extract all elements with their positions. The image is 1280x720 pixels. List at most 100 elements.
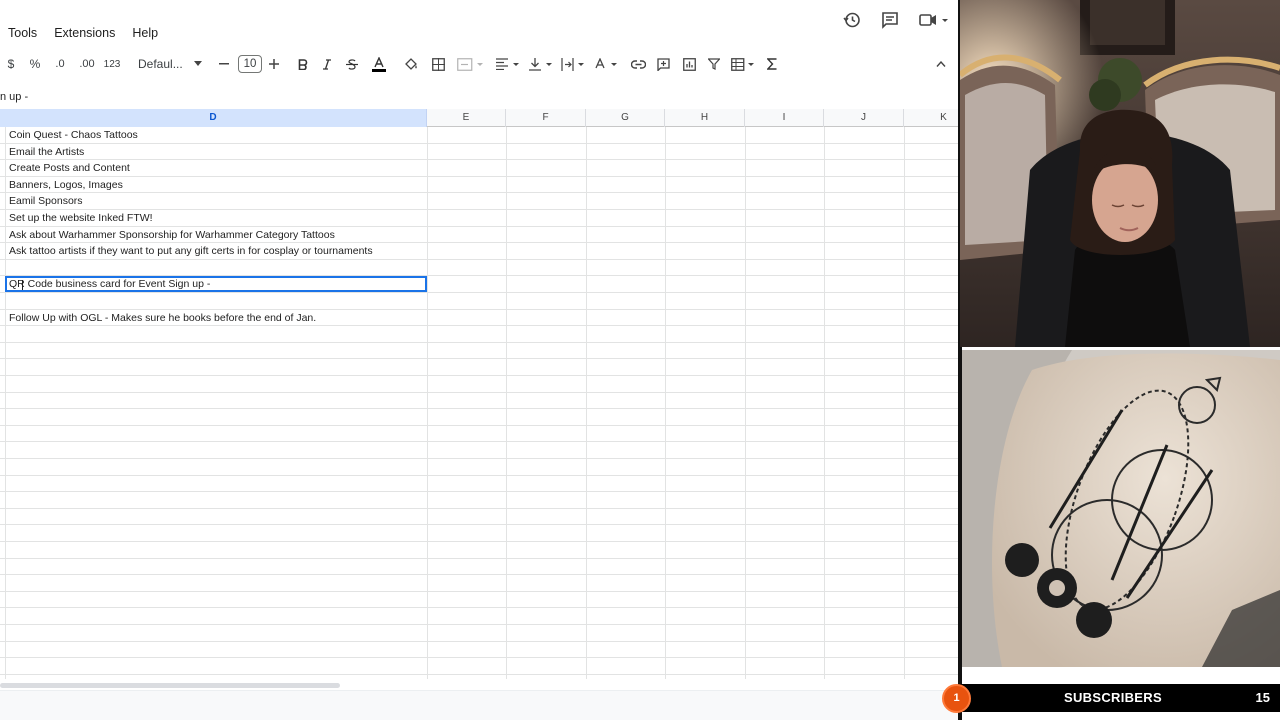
fill-color-button[interactable] — [403, 52, 419, 76]
table-row[interactable] — [0, 525, 958, 542]
table-row[interactable] — [0, 376, 958, 393]
table-row[interactable] — [0, 542, 958, 559]
decrease-decimal-button[interactable]: .0 — [52, 52, 68, 76]
table-row[interactable] — [0, 293, 958, 310]
table-row[interactable]: Eamil Sponsors — [0, 193, 958, 210]
column-header-i[interactable]: I — [745, 109, 824, 127]
table-row[interactable] — [0, 509, 958, 526]
comments-icon[interactable] — [880, 10, 900, 30]
table-row[interactable] — [0, 592, 958, 609]
table-row[interactable]: Banners, Logos, Images — [0, 177, 958, 194]
borders-button[interactable] — [430, 52, 446, 76]
table-icon — [731, 57, 754, 71]
insert-chart-button[interactable] — [681, 52, 697, 76]
decrease-font-size-button[interactable] — [218, 52, 230, 76]
table-row[interactable] — [0, 625, 958, 642]
menu-help[interactable]: Help — [132, 22, 158, 44]
minus-icon — [219, 63, 229, 65]
cell-d[interactable]: Eamil Sponsors — [9, 193, 83, 209]
table-row[interactable]: Coin Quest - Chaos Tattoos — [0, 127, 958, 144]
table-row[interactable]: Email the Artists — [0, 144, 958, 161]
grid-line — [586, 127, 587, 679]
table-row[interactable]: Create Posts and Content — [0, 160, 958, 177]
bold-button[interactable] — [296, 52, 310, 76]
cell-d[interactable]: Banners, Logos, Images — [9, 177, 123, 193]
table-row[interactable]: Ask about Warhammer Sponsorship for Warh… — [0, 227, 958, 244]
table-row[interactable] — [0, 326, 958, 343]
font-family-select[interactable]: Defaul... — [138, 52, 202, 76]
filter-views-button[interactable] — [730, 52, 756, 76]
font-size-input[interactable]: 10 — [237, 52, 263, 76]
table-row[interactable] — [0, 343, 958, 360]
borders-icon — [431, 57, 445, 71]
column-header-g[interactable]: G — [586, 109, 665, 127]
table-row[interactable] — [0, 642, 958, 659]
font-family-value: Defaul... — [138, 57, 183, 71]
menu-extensions[interactable]: Extensions — [54, 22, 115, 44]
increase-decimal-button[interactable]: .00 — [78, 52, 96, 76]
table-row[interactable] — [0, 260, 958, 277]
column-header-f[interactable]: F — [506, 109, 586, 127]
table-row[interactable]: Ask tattoo artists if they want to put a… — [0, 243, 958, 260]
column-header-k[interactable]: K — [904, 109, 958, 127]
align-left-icon — [496, 58, 519, 70]
table-row[interactable] — [0, 459, 958, 476]
version-history-icon[interactable] — [842, 10, 862, 30]
table-row[interactable] — [0, 575, 958, 592]
formula-bar-content: n up - — [0, 91, 29, 103]
table-row[interactable]: Set up the website Inked FTW! — [0, 210, 958, 227]
cell-d[interactable]: Set up the website Inked FTW! — [9, 210, 153, 226]
decrease-decimal-label: .0 — [55, 58, 65, 70]
grid-line — [5, 127, 6, 679]
cell-d[interactable]: Ask about Warhammer Sponsorship for Warh… — [9, 227, 335, 243]
table-row[interactable] — [0, 658, 958, 675]
text-rotation-icon — [595, 57, 617, 68]
merge-cells-button[interactable] — [455, 52, 485, 76]
text-rotation-button[interactable] — [593, 52, 619, 76]
strikethrough-button[interactable] — [345, 52, 359, 76]
table-row[interactable]: Follow Up with OGL - Makes sure he books… — [0, 310, 958, 327]
table-row[interactable] — [0, 393, 958, 410]
active-cell-outline[interactable] — [5, 276, 427, 292]
more-formats-button[interactable]: 123 — [103, 52, 121, 76]
table-row[interactable] — [0, 409, 958, 426]
table-row[interactable] — [0, 492, 958, 509]
text-wrapping-button[interactable] — [560, 52, 586, 76]
table-row[interactable] — [0, 359, 958, 376]
cell-grid[interactable]: Coin Quest - Chaos Tattoos Email the Arti… — [0, 127, 958, 679]
horizontal-align-button[interactable] — [495, 52, 521, 76]
table-row[interactable] — [0, 476, 958, 493]
vertical-align-button[interactable] — [528, 52, 554, 76]
paint-bucket-icon — [405, 58, 417, 70]
grid-line — [427, 127, 428, 679]
column-header-h[interactable]: H — [665, 109, 745, 127]
text-color-button[interactable] — [371, 52, 387, 76]
meet-call-icon[interactable] — [918, 10, 950, 30]
percent-format-button[interactable]: % — [28, 52, 42, 76]
functions-button[interactable] — [765, 52, 779, 76]
italic-button[interactable] — [320, 52, 334, 76]
column-header-j[interactable]: J — [824, 109, 904, 127]
cell-d[interactable]: Create Posts and Content — [9, 160, 130, 176]
hide-menus-button[interactable] — [934, 52, 948, 76]
table-row[interactable] — [0, 608, 958, 625]
formatting-toolbar: $ % .0 .00 123 Defaul... 10 — [0, 52, 958, 76]
menu-tools[interactable]: Tools — [8, 22, 37, 44]
insert-comment-button[interactable] — [655, 52, 671, 76]
horizontal-scrollbar[interactable] — [0, 683, 340, 688]
increase-font-size-button[interactable] — [268, 52, 280, 76]
table-row[interactable] — [0, 442, 958, 459]
insert-link-button[interactable] — [630, 52, 646, 76]
table-row[interactable] — [0, 426, 958, 443]
formula-bar[interactable]: n up - — [0, 88, 28, 106]
column-header-e[interactable]: E — [427, 109, 506, 127]
italic-icon — [323, 58, 331, 70]
create-filter-button[interactable] — [706, 52, 722, 76]
table-row[interactable] — [0, 559, 958, 576]
cell-d[interactable]: Email the Artists — [9, 144, 84, 160]
cell-d[interactable]: Follow Up with OGL - Makes sure he books… — [9, 310, 316, 326]
cell-d[interactable]: Coin Quest - Chaos Tattoos — [9, 127, 138, 143]
column-header-d[interactable]: D — [0, 109, 427, 127]
cell-d[interactable]: Ask tattoo artists if they want to put a… — [9, 243, 373, 259]
currency-format-button[interactable]: $ — [5, 52, 17, 76]
